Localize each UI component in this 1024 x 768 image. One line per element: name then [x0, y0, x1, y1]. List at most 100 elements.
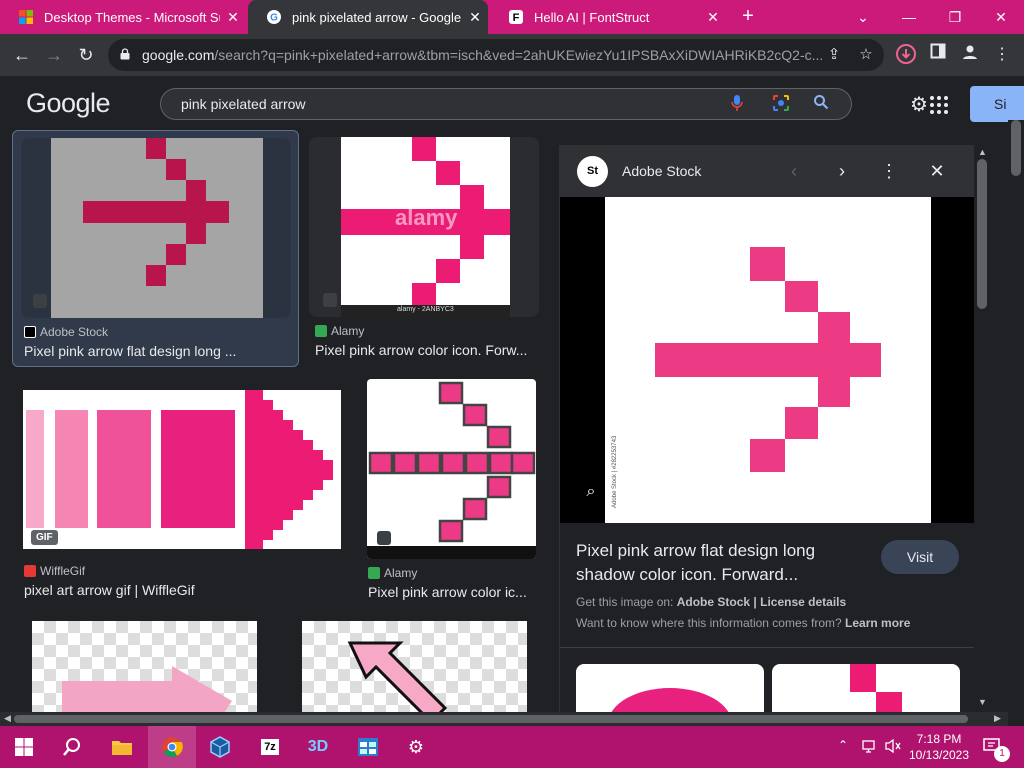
restore-button[interactable]: ❐: [932, 0, 978, 34]
get-source-link[interactable]: Adobe Stock: [677, 595, 750, 609]
more-options-icon[interactable]: ⋮: [877, 159, 901, 183]
result-source: WiffleGif: [24, 564, 85, 578]
result-title[interactable]: Pixel pink arrow color icon. Forw...: [315, 342, 537, 358]
new-tab-button[interactable]: +: [736, 4, 760, 28]
notification-count-badge: 1: [994, 746, 1010, 762]
image-type-icon: [323, 293, 337, 307]
page-scrollbar[interactable]: [1008, 120, 1024, 712]
windows-start-icon[interactable]: [8, 731, 40, 763]
visit-button[interactable]: Visit: [881, 540, 959, 574]
settings-gear-icon[interactable]: ⚙: [908, 94, 930, 116]
image-result-card[interactable]: GIF WiffleGif pixel art arrow gif | Wiff…: [22, 388, 342, 600]
sign-in-button[interactable]: Si: [970, 86, 1024, 122]
result-source: Alamy: [368, 566, 417, 580]
reload-icon[interactable]: ↻: [74, 43, 98, 67]
close-icon[interactable]: ✕: [220, 9, 246, 26]
close-panel-icon[interactable]: ✕: [925, 159, 949, 183]
related-image[interactable]: [576, 664, 764, 712]
next-icon[interactable]: ›: [830, 159, 854, 183]
preview-title[interactable]: Pixel pink arrow flat design long shadow…: [576, 539, 866, 587]
result-thumbnail[interactable]: [32, 621, 257, 712]
tab-google-search[interactable]: G pink pixelated arrow - Google Se ✕: [248, 0, 488, 34]
search-query: pink pixelated arrow: [181, 96, 306, 112]
previous-icon[interactable]: ‹: [782, 159, 806, 183]
share-icon[interactable]: ⇪: [824, 45, 844, 65]
tab-search-icon[interactable]: ⌄: [840, 0, 886, 34]
apps-grid-icon[interactable]: [930, 96, 948, 114]
bookmark-star-icon[interactable]: ☆: [856, 45, 876, 65]
app-window-icon[interactable]: [352, 731, 384, 763]
image-type-icon: [33, 294, 47, 308]
search-icon[interactable]: [56, 731, 88, 763]
wifflegif-icon: [24, 565, 36, 577]
panel-divider: [560, 647, 974, 648]
preview-image[interactable]: Adobe Stock | #282253743: [605, 197, 931, 523]
back-arrow-icon[interactable]: ←: [10, 43, 34, 67]
adobe-stock-logo: St: [577, 156, 608, 187]
image-result-card[interactable]: alamy alamy - 2ANBYC3 Alamy Pixel pink a…: [309, 130, 541, 367]
search-icon[interactable]: [811, 94, 831, 114]
forward-arrow-icon[interactable]: →: [42, 43, 66, 67]
7zip-icon[interactable]: 7z: [254, 731, 286, 763]
tab-desktop-themes[interactable]: Desktop Themes - Microsoft Sup ✕: [0, 0, 246, 34]
result-title[interactable]: pixel art arrow gif | WiffleGif: [24, 582, 340, 598]
image-result-card[interactable]: [302, 621, 527, 712]
file-explorer-icon[interactable]: [106, 731, 138, 763]
clock-date: 10/13/2023: [908, 748, 970, 762]
image-result-card[interactable]: [32, 621, 257, 712]
window-close-button[interactable]: ✕: [978, 0, 1024, 34]
tray-expand-icon[interactable]: ⌃: [838, 738, 848, 768]
microphone-icon[interactable]: [727, 94, 747, 114]
download-icon[interactable]: [894, 43, 918, 67]
notification-center-icon[interactable]: 1: [982, 736, 1018, 768]
license-details-link[interactable]: License details: [760, 595, 846, 609]
browser-toolbar: ← → ↻ google.com/search?q=pink+pixelated…: [0, 34, 1024, 76]
microsoft-icon: [19, 10, 33, 24]
related-image[interactable]: [772, 664, 960, 712]
image-result-card[interactable]: Adobe Stock Pixel pink arrow flat design…: [12, 130, 299, 367]
volume-muted-icon[interactable]: [884, 738, 902, 768]
result-thumbnail[interactable]: alamy alamy - 2ANBYC3: [309, 137, 539, 317]
panel-scrollbar[interactable]: ▲ ▼: [974, 145, 990, 712]
lock-icon: [120, 48, 130, 60]
chrome-icon[interactable]: [156, 731, 188, 763]
image-result-card[interactable]: Alamy Pixel pink arrow color ic...: [366, 379, 538, 600]
alamy-icon: [315, 325, 327, 337]
result-thumbnail[interactable]: [21, 138, 291, 318]
lens-camera-icon[interactable]: [771, 94, 791, 114]
result-thumbnail[interactable]: GIF: [23, 390, 341, 549]
result-source: Alamy: [315, 324, 364, 338]
network-icon[interactable]: [862, 738, 878, 768]
3d-app-icon[interactable]: 3D: [302, 731, 334, 763]
search-input[interactable]: pink pixelated arrow: [160, 88, 852, 120]
tab-label: Hello AI | FontStruct: [534, 9, 650, 25]
panel-source-name[interactable]: Adobe Stock: [622, 145, 701, 197]
virtualbox-icon[interactable]: [204, 731, 236, 763]
result-source: Adobe Stock: [24, 325, 108, 339]
close-icon[interactable]: ✕: [700, 9, 726, 26]
close-icon[interactable]: ✕: [462, 9, 488, 26]
system-clock[interactable]: 7:18 PM 10/13/2023: [906, 731, 972, 763]
lens-search-icon[interactable]: ⌕: [580, 481, 602, 503]
google-logo[interactable]: Google: [26, 88, 111, 119]
google-header: Google pink pixelated arrow ⚙ Si: [0, 76, 1024, 130]
side-panel-icon[interactable]: [926, 43, 950, 67]
image-caption: alamy - 2ANBYC3: [397, 306, 454, 313]
result-title[interactable]: Pixel pink arrow color ic...: [368, 584, 536, 600]
watermark-text: alamy: [395, 205, 458, 230]
learn-more-link[interactable]: Learn more: [845, 616, 910, 630]
profile-icon[interactable]: [958, 43, 982, 67]
get-image-line: Get this image on: Adobe Stock | License…: [576, 595, 847, 609]
tab-fontstruct[interactable]: F Hello AI | FontStruct ✕: [490, 0, 726, 34]
address-bar[interactable]: google.com/search?q=pink+pixelated+arrow…: [108, 39, 884, 71]
more-menu-icon[interactable]: ⋮: [990, 43, 1014, 67]
browser-tab-strip: Desktop Themes - Microsoft Sup ✕ G pink …: [0, 0, 1024, 34]
clock-time: 7:18 PM: [916, 732, 962, 746]
result-thumbnail[interactable]: [302, 621, 527, 712]
horizontal-scrollbar[interactable]: ◀ ▶: [0, 712, 1008, 726]
minimize-button[interactable]: —: [886, 0, 932, 34]
settings-icon[interactable]: ⚙: [400, 731, 432, 763]
image-preview-panel: St Adobe Stock ‹ › ⋮ ✕ Adobe Stock | #28…: [559, 145, 974, 712]
result-title[interactable]: Pixel pink arrow flat design long ...: [24, 343, 294, 359]
result-thumbnail[interactable]: [367, 379, 536, 559]
